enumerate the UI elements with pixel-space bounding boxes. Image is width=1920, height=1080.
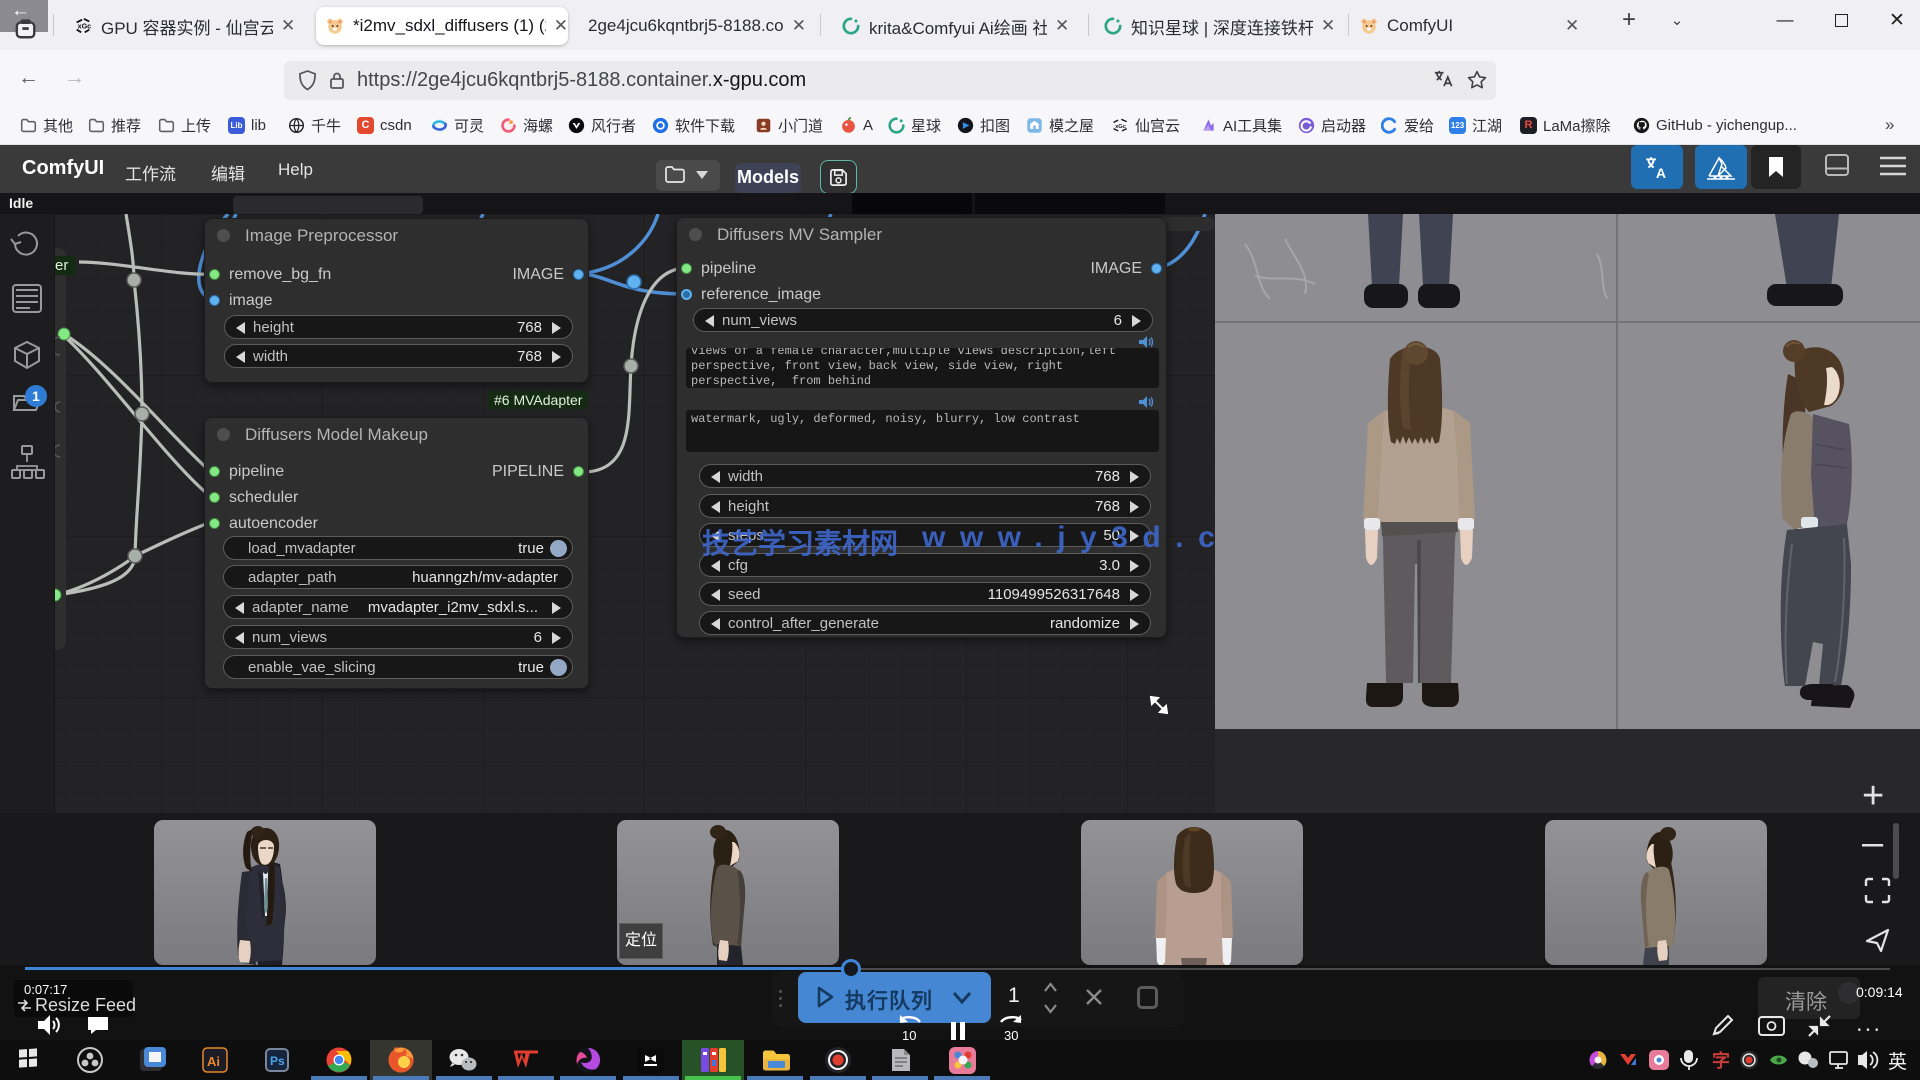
svg-text:字: 字: [1712, 1050, 1730, 1071]
svg-text:1: 1: [32, 388, 40, 404]
svg-text:A: A: [1656, 165, 1666, 181]
svg-text:xGc: xGc: [1115, 123, 1127, 129]
svg-text:英: 英: [1888, 1051, 1907, 1073]
svg-text:xGc: xGc: [78, 22, 92, 31]
svg-text:Ai: Ai: [207, 1054, 220, 1069]
svg-text:Ps: Ps: [270, 1054, 285, 1068]
